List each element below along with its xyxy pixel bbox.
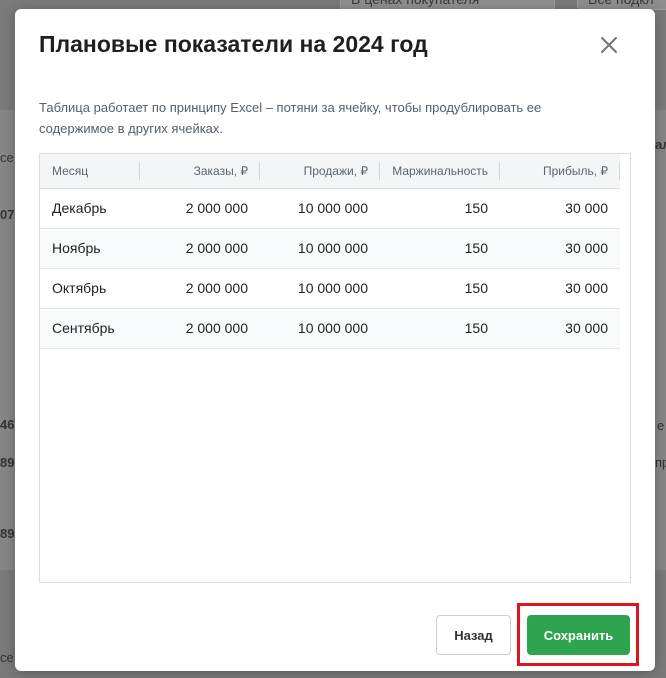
cell-profit[interactable]: 30 000 — [500, 188, 620, 229]
cell-month[interactable]: Сентябрь — [40, 308, 140, 349]
cell-sales[interactable]: 10 000 000 — [260, 308, 380, 349]
background-panel-left — [0, 110, 15, 570]
back-button[interactable]: Назад — [436, 615, 511, 655]
table-row: Октябрь 2 000 000 10 000 000 150 30 000 — [40, 268, 620, 309]
background-text: е — [657, 418, 665, 433]
modal-description: Таблица работает по принципу Excel – пот… — [39, 100, 542, 136]
column-header-orders[interactable]: Заказы, ₽ — [140, 154, 260, 189]
targets-table-container: Месяц Заказы, ₽ Продажи, ₽ Маржинальност… — [39, 153, 631, 583]
table-row: Ноябрь 2 000 000 10 000 000 150 30 000 — [40, 228, 620, 269]
background-text: се — [0, 650, 14, 665]
background-text: се — [0, 150, 14, 165]
table-header-row: Месяц Заказы, ₽ Продажи, ₽ Маржинальност… — [40, 154, 620, 189]
column-header-month[interactable]: Месяц — [40, 154, 140, 189]
background-text: 89 — [0, 455, 15, 470]
table-row: Декабрь 2 000 000 10 000 000 150 30 000 — [40, 188, 620, 229]
cell-sales[interactable]: 10 000 000 — [260, 188, 380, 229]
cell-month[interactable]: Декабрь — [40, 188, 140, 229]
column-header-sales[interactable]: Продажи, ₽ — [260, 154, 380, 189]
background-text: пр — [655, 455, 666, 470]
cell-orders[interactable]: 2 000 000 — [140, 228, 260, 269]
cell-orders[interactable]: 2 000 000 — [140, 308, 260, 349]
cell-profit[interactable]: 30 000 — [500, 268, 620, 309]
cell-margin[interactable]: 150 — [380, 268, 500, 309]
background-text: 89 — [0, 526, 15, 541]
background-text: 07 — [0, 207, 15, 222]
modal-title: Плановые показатели на 2024 год — [39, 31, 428, 57]
close-icon — [601, 37, 617, 53]
cell-margin[interactable]: 150 — [380, 228, 500, 269]
cell-margin[interactable]: 150 — [380, 308, 500, 349]
column-header-margin[interactable]: Маржинальность — [380, 154, 500, 189]
save-button[interactable]: Сохранить — [527, 615, 630, 655]
cell-month[interactable]: Ноябрь — [40, 228, 140, 269]
table-row: Сентябрь 2 000 000 10 000 000 150 30 000 — [40, 308, 620, 349]
cell-margin[interactable]: 150 — [380, 188, 500, 229]
cell-orders[interactable]: 2 000 000 — [140, 188, 260, 229]
column-header-profit[interactable]: Прибыль, ₽ — [500, 154, 620, 189]
cell-sales[interactable]: 10 000 000 — [260, 228, 380, 269]
cell-profit[interactable]: 30 000 — [500, 228, 620, 269]
cell-month[interactable]: Октябрь — [40, 268, 140, 309]
background-text: ал — [655, 137, 666, 152]
close-button[interactable] — [597, 33, 621, 57]
targets-table: Месяц Заказы, ₽ Продажи, ₽ Маржинальност… — [40, 154, 620, 349]
background-panel-right — [655, 110, 666, 570]
cell-orders[interactable]: 2 000 000 — [140, 268, 260, 309]
plan-targets-modal: Плановые показатели на 2024 год Таблица … — [15, 9, 655, 671]
cell-sales[interactable]: 10 000 000 — [260, 268, 380, 309]
background-text: 46 — [0, 417, 15, 432]
cell-profit[interactable]: 30 000 — [500, 308, 620, 349]
